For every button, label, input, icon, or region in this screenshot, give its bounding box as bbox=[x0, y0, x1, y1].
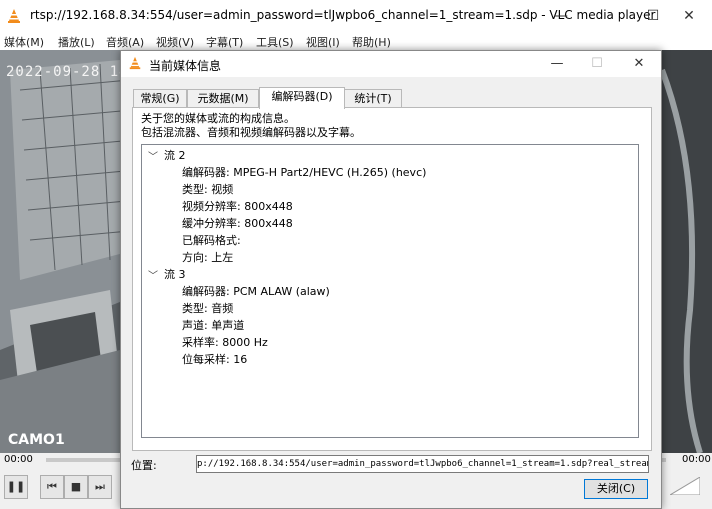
intro-line-2: 包括混流器、音频和视频编解码器以及字幕。 bbox=[141, 126, 361, 139]
next-button[interactable]: ⏭ bbox=[88, 475, 112, 499]
tab-codec[interactable]: 编解码器(D) bbox=[259, 87, 345, 109]
dialog-title: 当前媒体信息 bbox=[149, 59, 222, 73]
location-field[interactable]: p://192.168.8.34:554/user=admin_password… bbox=[196, 455, 649, 473]
codec-tab-pane: 关于您的媒体或流的构成信息。 包括混流器、音频和视频编解码器以及字幕。 ﹀ 流 … bbox=[132, 107, 652, 451]
vlc-title-bar[interactable]: rtsp://192.168.8.34:554/user=admin_passw… bbox=[0, 0, 712, 32]
dialog-close-action-button[interactable]: 关闭(C) bbox=[584, 479, 648, 499]
dialog-close-button[interactable]: ✕ bbox=[619, 51, 659, 77]
volume-slider-icon[interactable] bbox=[670, 477, 700, 495]
close-button[interactable]: ✕ bbox=[666, 0, 712, 32]
stream-2-type: 类型: 视频 bbox=[182, 183, 234, 196]
minimize-button[interactable]: — bbox=[538, 0, 584, 32]
intro-line-1: 关于您的媒体或流的构成信息。 bbox=[141, 112, 295, 125]
pause-button[interactable]: ❚❚ bbox=[4, 475, 28, 499]
menu-playback[interactable]: 播放(L) bbox=[58, 34, 95, 50]
tab-general[interactable]: 常规(G) bbox=[133, 89, 187, 108]
stream-3-type: 类型: 音频 bbox=[182, 302, 234, 315]
menu-video[interactable]: 视频(V) bbox=[156, 34, 194, 50]
remaining-time: 00:00 bbox=[682, 454, 711, 465]
chevron-down-icon[interactable]: ﹀ bbox=[148, 267, 158, 282]
stream-3-bits-per-sample: 位每采样: 16 bbox=[182, 353, 248, 366]
stream-2-orientation: 方向: 上左 bbox=[182, 251, 234, 264]
stream-2-video-resolution: 视频分辨率: 800x448 bbox=[182, 200, 293, 213]
location-label: 位置: bbox=[131, 459, 157, 472]
stream-3-channels: 声道: 单声道 bbox=[182, 319, 245, 332]
menu-view[interactable]: 视图(I) bbox=[306, 34, 340, 50]
stream-3-sample-rate: 采样率: 8000 Hz bbox=[182, 336, 268, 349]
vlc-cone-icon bbox=[8, 9, 20, 23]
stream-2-decoded-format: 已解码格式: bbox=[182, 234, 241, 247]
dialog-minimize-button[interactable]: — bbox=[537, 51, 577, 77]
stream-2-buffer-resolution: 缓冲分辨率: 800x448 bbox=[182, 217, 293, 230]
stream-2-codec: 编解码器: MPEG-H Part2/HEVC (H.265) (hevc) bbox=[182, 166, 427, 179]
dialog-maximize-button[interactable]: ☐ bbox=[577, 51, 617, 77]
vlc-cone-icon bbox=[129, 56, 141, 70]
codec-intro: 关于您的媒体或流的构成信息。 包括混流器、音频和视频编解码器以及字幕。 bbox=[141, 112, 361, 140]
stream-2-node[interactable]: 流 2 bbox=[164, 147, 186, 163]
menu-audio[interactable]: 音频(A) bbox=[106, 34, 144, 50]
camera-label: CAMO1 bbox=[8, 432, 65, 448]
menu-tools[interactable]: 工具(S) bbox=[256, 34, 294, 50]
chevron-down-icon[interactable]: ﹀ bbox=[148, 148, 158, 163]
tab-statistics[interactable]: 统计(T) bbox=[344, 89, 402, 108]
stream-3-node[interactable]: 流 3 bbox=[164, 266, 186, 282]
dialog-title-bar[interactable]: 当前媒体信息 — ☐ ✕ bbox=[121, 51, 661, 77]
tab-metadata[interactable]: 元数据(M) bbox=[187, 89, 259, 108]
media-info-dialog: 当前媒体信息 — ☐ ✕ 常规(G) 元数据(M) 编解码器(D) 统计(T) … bbox=[120, 50, 662, 509]
menu-media[interactable]: 媒体(M) bbox=[4, 34, 44, 50]
codec-tree[interactable]: ﹀ 流 2 编解码器: MPEG-H Part2/HEVC (H.265) (h… bbox=[141, 144, 639, 438]
stream-3-codec: 编解码器: PCM ALAW (alaw) bbox=[182, 285, 330, 298]
video-timestamp: 2022-09-28 14 bbox=[6, 64, 129, 80]
menu-bar: 媒体(M) 播放(L) 音频(A) 视频(V) 字幕(T) 工具(S) 视图(I) 帮助… bbox=[0, 32, 712, 50]
previous-button[interactable]: ⏮ bbox=[40, 475, 64, 499]
elapsed-time: 00:00 bbox=[4, 454, 33, 465]
menu-subtitle[interactable]: 字幕(T) bbox=[206, 34, 243, 50]
stop-button[interactable]: ■ bbox=[64, 475, 88, 499]
menu-help[interactable]: 帮助(H) bbox=[352, 34, 391, 50]
